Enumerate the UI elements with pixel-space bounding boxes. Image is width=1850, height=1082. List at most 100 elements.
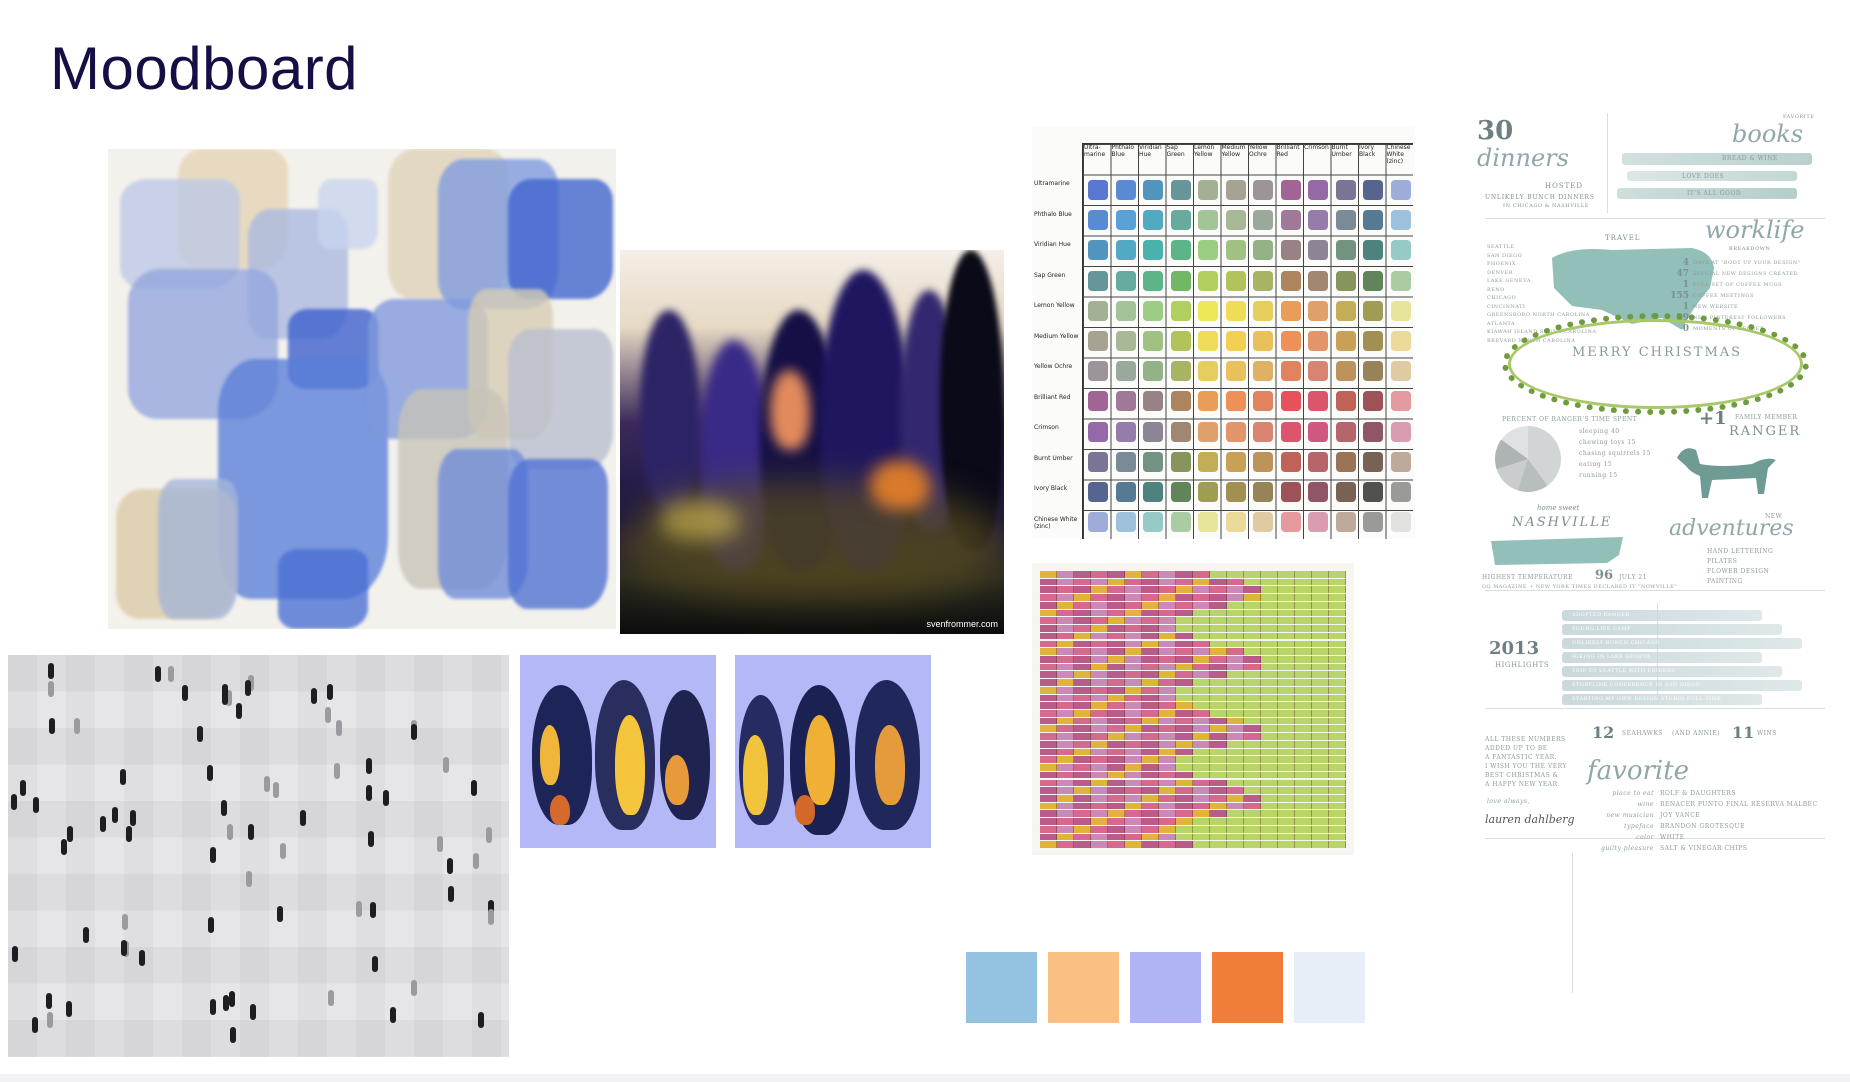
pedestrian	[210, 999, 217, 1016]
highlight-item: HIKING IN LAKE GENEVA	[1572, 654, 1651, 660]
weave-row	[1040, 640, 1346, 648]
tennessee-map-icon	[1491, 537, 1623, 565]
weave-row	[1040, 694, 1346, 702]
paint-swatch	[1088, 331, 1108, 351]
weave-row	[1040, 810, 1346, 818]
paint-swatch	[1363, 361, 1383, 382]
closing-line: BEST CHRISTMAS &	[1485, 772, 1559, 779]
weave-row	[1040, 794, 1346, 802]
paint-swatch	[1225, 180, 1246, 200]
seahawks-label: SEAHAWKS	[1622, 730, 1663, 737]
favorite-value: SALT & VINEGAR CHIPS	[1660, 845, 1748, 852]
pedestrian	[245, 870, 252, 887]
travel-city: GREENSBORO NORTH CAROLINA	[1487, 312, 1590, 318]
weave-row	[1040, 686, 1346, 694]
pedestrian	[66, 826, 73, 843]
paint-swatch	[1170, 300, 1191, 321]
chart-column-label: Ivory Black	[1359, 144, 1376, 158]
merry-christmas: MERRY CHRISTMAS	[1572, 345, 1743, 360]
weave-row	[1040, 771, 1346, 779]
chart-column-label: Brilliant Red	[1276, 144, 1300, 158]
chart-column-label: Burnt Umber	[1331, 144, 1352, 158]
paint-swatch	[1088, 300, 1108, 321]
pedestrian	[66, 1001, 73, 1018]
paint-swatch	[1363, 300, 1383, 321]
highest-temp-label: HIGHEST TEMPERATURE	[1482, 574, 1573, 581]
paint-swatch	[1280, 210, 1301, 231]
worklife-item: DAYS AT "BOOT UP YOUR DESIGN"	[1693, 260, 1801, 266]
book-1: BREAD & WINE	[1722, 155, 1778, 162]
percent-item: chewing toys 15	[1579, 439, 1636, 446]
percent-item: eating 15	[1579, 461, 1613, 468]
pedestrian	[488, 908, 495, 925]
chart-column-label: Phthalo Blue	[1111, 144, 1135, 158]
pedestrian	[366, 785, 373, 802]
weave-row	[1040, 818, 1346, 825]
paint-swatch	[1225, 482, 1246, 502]
pedestrian	[139, 950, 146, 967]
paint-swatch	[1143, 300, 1163, 321]
percent-item: sleeping 40	[1579, 428, 1620, 435]
pedestrian	[367, 830, 374, 847]
pedestrian	[410, 979, 417, 996]
paint-swatch	[1253, 270, 1273, 291]
paint-swatch	[1253, 210, 1273, 231]
travel-city: CHICAGO	[1487, 295, 1517, 301]
percent-item: running 15	[1579, 472, 1618, 479]
favorite-label: new musician	[1606, 812, 1654, 819]
paint-swatch	[1363, 451, 1383, 472]
paint-swatch	[1225, 361, 1246, 382]
ranger-label: RANGER	[1729, 424, 1802, 439]
paint-swatch	[1363, 331, 1383, 351]
breakdown-label: BREAKDOWN	[1729, 246, 1771, 252]
paint-swatch	[1308, 421, 1328, 442]
swatch-peach	[1048, 952, 1119, 1023]
pedestrian	[382, 790, 389, 807]
chart-column-label: Crimson	[1304, 144, 1329, 151]
photo-credit: svenfrommer.com	[926, 619, 998, 629]
seahawks-extra: (AND ANNIE)	[1672, 730, 1721, 737]
paint-swatch	[1198, 270, 1218, 291]
adventure-item: PILATES	[1707, 558, 1738, 565]
chart-row-label: Brilliant Red	[1034, 393, 1071, 401]
paint-swatch	[1198, 300, 1218, 321]
closing-line: ALL THESE NUMBERS	[1485, 736, 1566, 743]
pedestrian	[244, 679, 251, 696]
paint-swatch	[1115, 361, 1136, 382]
paint-swatch	[1088, 270, 1108, 291]
paint-swatch	[1225, 451, 1246, 472]
paint-swatch	[1088, 180, 1108, 200]
pedestrian	[47, 663, 54, 680]
chart-row-label: Crimson	[1034, 424, 1059, 431]
worklife-number: 155	[1670, 291, 1689, 301]
favorite-value: JOY VANCE	[1660, 812, 1701, 819]
temp-value: 96	[1595, 568, 1614, 583]
pedestrian	[99, 816, 106, 833]
pedestrian	[11, 793, 18, 810]
pedestrian	[120, 939, 127, 956]
travel-city: SAN DIEGO	[1487, 252, 1523, 259]
chart-row-label: Phthalo Blue	[1034, 210, 1072, 218]
paint-swatch	[1363, 512, 1383, 533]
favorite-label: place to eat	[1612, 790, 1654, 797]
paint-swatch	[1170, 361, 1191, 382]
unlikely-sub: IN CHICAGO & NASHVILLE	[1503, 203, 1590, 209]
chart-row-label: Ivory Black	[1034, 485, 1068, 492]
paint-swatch	[1170, 512, 1191, 533]
paint-swatch	[1170, 180, 1191, 200]
wins-label: WINS	[1757, 730, 1777, 737]
paint-swatch	[1335, 210, 1356, 231]
pedestrian	[226, 824, 233, 841]
paint-swatch	[1115, 482, 1136, 502]
weave-row	[1040, 787, 1346, 794]
pedestrian	[473, 853, 480, 870]
paint-swatch	[1363, 391, 1383, 412]
paint-swatch	[1088, 482, 1108, 502]
paint-swatch	[1280, 270, 1301, 291]
paint-swatch	[1280, 421, 1301, 442]
highlight-item: STORYLINE CONFERENCE IN SAN DIEGO	[1572, 682, 1701, 688]
paint-swatch	[1143, 421, 1163, 442]
paint-swatch	[1280, 180, 1301, 200]
paint-swatch	[1115, 240, 1136, 261]
paint-swatch	[1088, 210, 1108, 231]
